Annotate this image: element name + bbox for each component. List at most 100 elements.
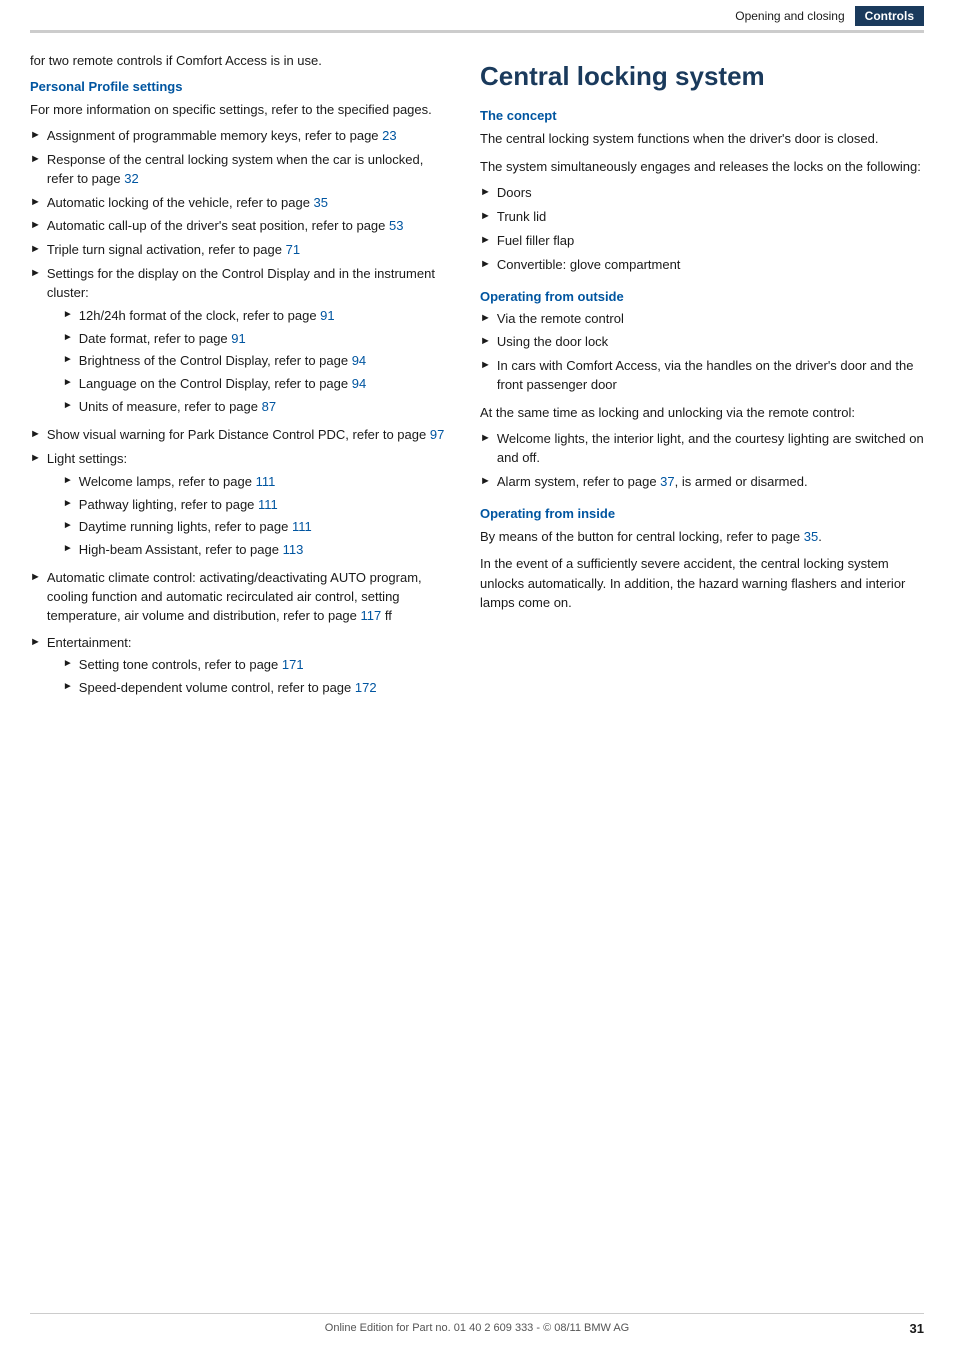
header-nav-opening-closing: Opening and closing: [725, 6, 854, 26]
nested-item-text: Setting tone controls, refer to page 171: [79, 656, 450, 675]
list-item: ► Automatic call-up of the driver's seat…: [30, 217, 450, 236]
nested-item-text: Daytime running lights, refer to page 11…: [79, 518, 450, 537]
nested-arrow: ►: [63, 376, 73, 391]
list-item-text: Welcome lights, the interior light, and …: [497, 430, 924, 468]
nested-item-text: 12h/24h format of the clock, refer to pa…: [79, 307, 450, 326]
list-item: ► Doors: [480, 184, 924, 203]
bullet-arrow: ►: [30, 570, 41, 586]
page-link-23[interactable]: 23: [382, 128, 396, 143]
nested-list-item: ► 12h/24h format of the clock, refer to …: [63, 307, 450, 326]
list-item: ► Via the remote control: [480, 310, 924, 329]
list-item-text: Trunk lid: [497, 208, 924, 227]
page-link-94b[interactable]: 94: [352, 376, 366, 391]
page-container: Opening and closing Controls for two rem…: [0, 0, 954, 1352]
nested-item-text: Speed-dependent volume control, refer to…: [79, 679, 450, 698]
nested-arrow: ►: [63, 331, 73, 346]
bullet-arrow: ►: [30, 218, 41, 234]
nested-arrow: ►: [63, 474, 73, 489]
operating-outside-list: ► Via the remote control ► Using the doo…: [480, 310, 924, 395]
page-link-117[interactable]: 117: [361, 608, 382, 623]
concept-para1: The central locking system functions whe…: [480, 129, 924, 149]
page-link-171[interactable]: 171: [282, 657, 304, 672]
list-item: ► Automatic climate control: activating/…: [30, 569, 450, 626]
page-link-87[interactable]: 87: [262, 399, 276, 414]
page-link-172[interactable]: 172: [355, 680, 377, 695]
header-navigation: Opening and closing Controls: [725, 6, 924, 26]
nested-list: ► 12h/24h format of the clock, refer to …: [63, 307, 450, 417]
page-link-91b[interactable]: 91: [231, 331, 245, 346]
bullet-arrow: ►: [480, 311, 491, 327]
nested-item-text: Welcome lamps, refer to page 111: [79, 473, 450, 492]
list-item-text: Light settings: ► Welcome lamps, refer t…: [47, 450, 450, 564]
list-item-text: Assignment of programmable memory keys, …: [47, 127, 450, 146]
nested-item-text: Pathway lighting, refer to page 111: [79, 496, 450, 515]
list-item: ► Automatic locking of the vehicle, refe…: [30, 194, 450, 213]
list-item: ► Welcome lights, the interior light, an…: [480, 430, 924, 468]
personal-profile-list: ► Assignment of programmable memory keys…: [30, 127, 450, 626]
central-locking-heading: Central locking system: [480, 61, 924, 92]
list-item-text: Convertible: glove compartment: [497, 256, 924, 275]
page-link-32[interactable]: 32: [124, 171, 138, 186]
page-link-53[interactable]: 53: [389, 218, 403, 233]
nested-list-item: ► High-beam Assistant, refer to page 113: [63, 541, 450, 560]
bullet-arrow: ►: [30, 266, 41, 282]
page-link-111a[interactable]: 111: [256, 474, 276, 489]
list-item-text: Via the remote control: [497, 310, 924, 329]
operating-inside-para1: By means of the button for central locki…: [480, 527, 924, 547]
nested-list-item: ► Welcome lamps, refer to page 111: [63, 473, 450, 492]
bullet-arrow: ►: [480, 474, 491, 490]
page-link-111b[interactable]: 111: [258, 497, 278, 512]
bullet-arrow: ►: [480, 185, 491, 201]
list-item-text: Settings for the display on the Control …: [47, 265, 450, 421]
personal-profile-intro: For more information on specific setting…: [30, 100, 450, 120]
page-link-111c[interactable]: 111: [292, 519, 312, 534]
list-item: ► Convertible: glove compartment: [480, 256, 924, 275]
page-link-113[interactable]: 113: [283, 542, 304, 557]
list-item-entertainment: ► Entertainment: ► Setting tone controls…: [30, 634, 450, 703]
bullet-arrow: ►: [30, 152, 41, 168]
nested-list-item: ► Language on the Control Display, refer…: [63, 375, 450, 394]
bullet-arrow: ►: [480, 209, 491, 225]
bullet-arrow: ►: [480, 358, 491, 374]
bullet-arrow: ►: [480, 257, 491, 273]
bullet-arrow: ►: [30, 242, 41, 258]
concept-para2: The system simultaneously engages and re…: [480, 157, 924, 177]
list-item-text: Response of the central locking system w…: [47, 151, 450, 189]
list-item-text: Alarm system, refer to page 37, is armed…: [497, 473, 924, 492]
list-item-text: Automatic locking of the vehicle, refer …: [47, 194, 450, 213]
nested-item-text: High-beam Assistant, refer to page 113: [79, 541, 450, 560]
bullet-arrow: ►: [480, 431, 491, 447]
list-item: ► Show visual warning for Park Distance …: [30, 426, 450, 445]
nested-list-item: ► Daytime running lights, refer to page …: [63, 518, 450, 537]
list-item: ► Trunk lid: [480, 208, 924, 227]
page-link-35-inside[interactable]: 35: [804, 529, 818, 544]
list-item: ► Fuel filler flap: [480, 232, 924, 251]
page-link-94a[interactable]: 94: [352, 353, 366, 368]
nested-list-item: ► Units of measure, refer to page 87: [63, 398, 450, 417]
nested-arrow: ►: [63, 308, 73, 323]
nested-item-text: Language on the Control Display, refer t…: [79, 375, 450, 394]
page-link-97[interactable]: 97: [430, 427, 444, 442]
page-link-71[interactable]: 71: [286, 242, 300, 257]
list-item-text: Using the door lock: [497, 333, 924, 352]
nested-list-item: ► Date format, refer to page 91: [63, 330, 450, 349]
nested-item-text: Brightness of the Control Display, refer…: [79, 352, 450, 371]
bullet-arrow: ►: [480, 334, 491, 350]
page-link-35[interactable]: 35: [314, 195, 328, 210]
bullet-arrow: ►: [30, 635, 41, 651]
list-item: ► Response of the central locking system…: [30, 151, 450, 189]
list-item-text: Show visual warning for Park Distance Co…: [47, 426, 450, 445]
content-area: for two remote controls if Comfort Acces…: [0, 33, 954, 770]
bullet-arrow: ►: [30, 128, 41, 144]
nested-arrow: ►: [63, 657, 73, 672]
nested-list-light: ► Welcome lamps, refer to page 111 ► Pat…: [63, 473, 450, 560]
list-item: ► In cars with Comfort Access, via the h…: [480, 357, 924, 395]
page-link-37[interactable]: 37: [660, 474, 674, 489]
list-item-text: Doors: [497, 184, 924, 203]
page-link-91a[interactable]: 91: [320, 308, 334, 323]
nested-arrow: ►: [63, 519, 73, 534]
nested-list-item: ► Brightness of the Control Display, ref…: [63, 352, 450, 371]
operating-inside-heading: Operating from inside: [480, 506, 924, 521]
list-item-text: Entertainment: ► Setting tone controls, …: [47, 634, 450, 703]
operating-outside-heading: Operating from outside: [480, 289, 924, 304]
